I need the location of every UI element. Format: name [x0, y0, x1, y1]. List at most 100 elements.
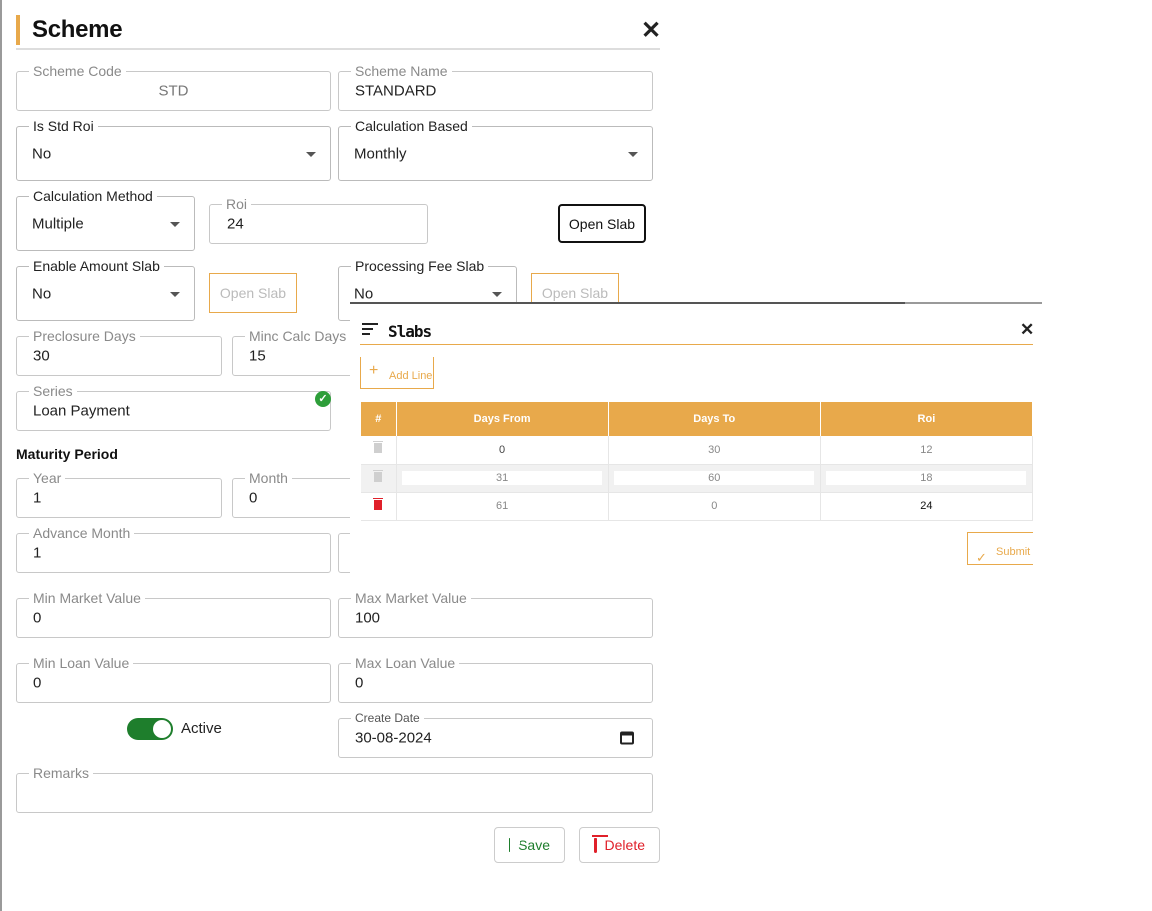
column-header: Days From [396, 402, 609, 436]
close-icon[interactable]: ✕ [641, 18, 661, 44]
calculation-based-label: Calculation Based [351, 118, 472, 134]
row-actions [361, 436, 397, 465]
max-loan-value-field[interactable]: Max Loan Value 0 [338, 655, 653, 703]
is-std-roi-select[interactable]: Is Std Roi No [16, 118, 331, 181]
table-row: 0 30 12 [361, 436, 1034, 465]
maturity-period-heading: Maturity Period [16, 446, 118, 462]
min-market-value-field[interactable]: Min Market Value 0 [16, 590, 331, 638]
plus-icon: + [369, 362, 379, 379]
roi-label: Roi [222, 196, 252, 212]
delete-label: Delete [604, 837, 645, 853]
remarks-label: Remarks [29, 765, 94, 781]
roi-cell[interactable]: 24 [820, 492, 1034, 521]
table-row: 61 0 24 [361, 492, 1034, 521]
calculation-method-value: Multiple [32, 215, 84, 232]
delete-button[interactable]: Delete [579, 827, 660, 863]
toggle-knob [153, 720, 171, 738]
series-value: Loan Payment [33, 402, 130, 420]
days-from-cell[interactable]: 0 [396, 436, 609, 465]
scheme-name-value: STANDARD [355, 82, 437, 100]
max-market-value-field[interactable]: Max Market Value 100 [338, 590, 653, 638]
scheme-name-field[interactable]: Scheme Name STANDARD [338, 63, 653, 111]
advance-month-field[interactable]: Advance Month 1 [16, 525, 331, 573]
min-market-value-label: Min Market Value [29, 590, 145, 606]
close-icon[interactable]: ✕ [1020, 320, 1034, 340]
is-std-roi-label: Is Std Roi [29, 118, 98, 134]
processing-fee-slab-label: Processing Fee Slab [351, 258, 489, 274]
trash-icon [592, 834, 606, 853]
open-slab-amount-button[interactable]: Open Slab [209, 273, 297, 313]
row-actions [361, 492, 397, 521]
advance-month-label: Advance Month [29, 525, 135, 541]
year-label: Year [29, 470, 66, 486]
trash-icon[interactable] [373, 497, 384, 510]
is-std-roi-value: No [32, 145, 52, 162]
calendar-icon[interactable] [620, 731, 634, 745]
save-label: Save [518, 837, 550, 853]
roi-cell[interactable]: 18 [820, 464, 1034, 493]
scheme-code-label: Scheme Code [29, 63, 126, 79]
max-market-value-value: 100 [355, 609, 381, 627]
month-label: Month [245, 470, 292, 486]
create-date-field[interactable]: Create Date 30-08-2024 [338, 710, 653, 758]
series-field[interactable]: Series Loan Payment [16, 383, 331, 431]
slabs-divider [360, 344, 1033, 345]
slabs-panel-top-border-right [905, 302, 1042, 304]
max-loan-value-label: Max Loan Value [351, 655, 460, 671]
calculation-based-value: Monthly [354, 145, 407, 162]
row-actions [361, 464, 397, 493]
days-to-cell[interactable]: 30 [608, 436, 821, 465]
minc-calc-days-value: 15 [249, 347, 266, 365]
roi-cell[interactable]: 12 [820, 436, 1034, 465]
add-line-button[interactable]: + Add Line [360, 357, 434, 389]
min-loan-value-field[interactable]: Min Loan Value 0 [16, 655, 331, 703]
scheme-code-field[interactable]: Scheme Code STD [16, 63, 331, 111]
days-from-cell[interactable]: 31 [396, 464, 609, 493]
scheme-name-label: Scheme Name [351, 63, 452, 79]
table-header-row: # Days From Days To Roi [361, 402, 1034, 436]
year-value: 1 [33, 489, 42, 507]
preclosure-days-label: Preclosure Days [29, 328, 140, 344]
days-from-cell[interactable]: 61 [396, 492, 609, 521]
roi-value: 24 [227, 215, 244, 233]
column-header: Roi [820, 402, 1034, 436]
roi-input[interactable]: 18 [826, 471, 1027, 485]
year-field[interactable]: Year 1 [16, 470, 222, 518]
roi-field[interactable]: Roi 24 [209, 196, 428, 244]
save-button[interactable]: Save [494, 827, 565, 863]
preclosure-days-field[interactable]: Preclosure Days 30 [16, 328, 222, 376]
trash-icon[interactable] [373, 441, 384, 454]
processing-fee-slab-value: No [354, 285, 374, 302]
table-row: 31 60 18 [361, 464, 1034, 493]
min-market-value-value: 0 [33, 609, 42, 627]
days-from-input[interactable]: 31 [402, 471, 603, 485]
preclosure-days-value: 30 [33, 347, 50, 365]
submit-button[interactable]: ✓ Submit [967, 532, 1033, 565]
calculation-based-select[interactable]: Calculation Based Monthly [338, 118, 653, 181]
chevron-down-icon [306, 151, 316, 157]
title-accent-bar [16, 15, 20, 45]
calculation-method-label: Calculation Method [29, 188, 157, 204]
enable-amount-slab-select[interactable]: Enable Amount Slab No [16, 258, 195, 321]
days-to-cell[interactable]: 0 [608, 492, 821, 521]
scheme-code-value: STD [158, 82, 189, 100]
open-slab-roi-button[interactable]: Open Slab [558, 204, 646, 243]
month-value: 0 [249, 489, 258, 507]
days-to-input[interactable]: 60 [614, 471, 815, 485]
chevron-down-icon [170, 291, 180, 297]
check-icon: ✓ [976, 550, 987, 565]
active-toggle[interactable] [127, 718, 173, 740]
max-market-value-label: Max Market Value [351, 590, 471, 606]
remarks-field[interactable]: Remarks [16, 765, 653, 813]
calculation-method-select[interactable]: Calculation Method Multiple [16, 188, 195, 251]
days-to-cell[interactable]: 60 [608, 464, 821, 493]
create-date-label: Create Date [351, 710, 424, 726]
min-loan-value-label: Min Loan Value [29, 655, 134, 671]
column-header: # [361, 402, 397, 436]
playlist-check-icon [362, 323, 378, 337]
add-line-label: Add Line [389, 370, 433, 382]
trash-icon[interactable] [373, 469, 384, 482]
chevron-down-icon [628, 151, 638, 157]
advance-month-value: 1 [33, 544, 42, 562]
page-title: Scheme [32, 16, 123, 43]
